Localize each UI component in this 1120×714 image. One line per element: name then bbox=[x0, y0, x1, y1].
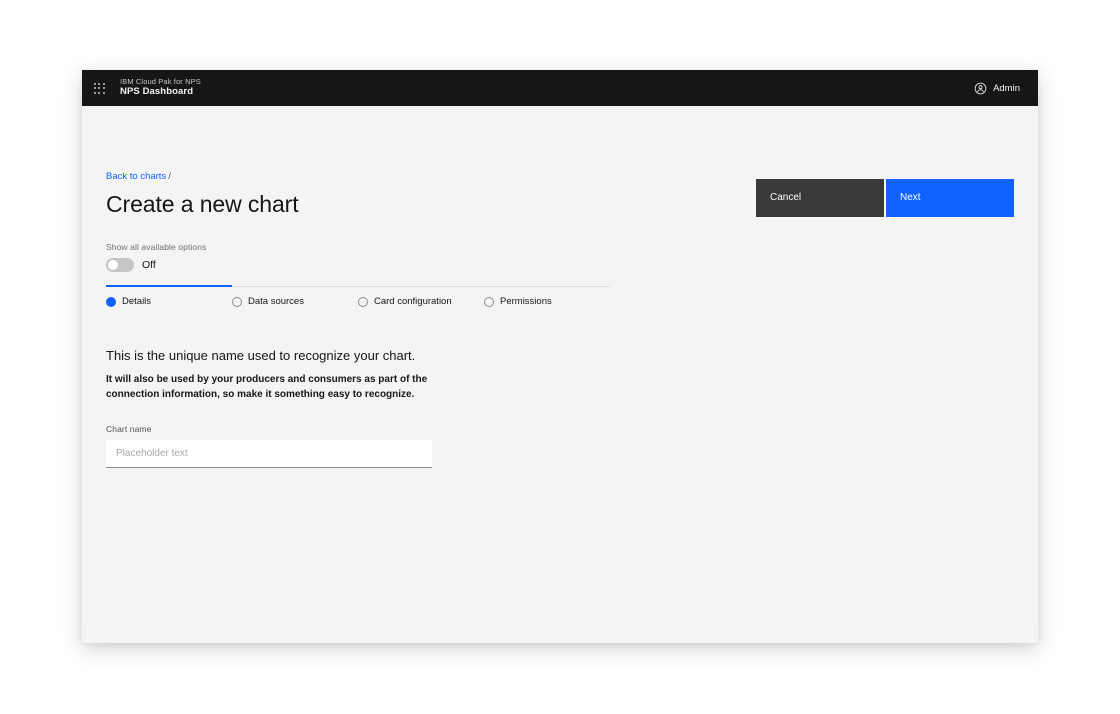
breadcrumb[interactable]: Back to charts / bbox=[106, 171, 171, 182]
description-detail: It will also be used by your producers a… bbox=[106, 373, 428, 401]
step-permissions[interactable]: Permissions bbox=[484, 296, 552, 307]
brand-block[interactable]: IBM Cloud Pak for NPS NPS Dashboard bbox=[120, 76, 201, 99]
step-dot-empty-icon bbox=[358, 296, 368, 307]
toggle-track[interactable] bbox=[106, 258, 134, 272]
app-switcher-button[interactable] bbox=[82, 70, 116, 106]
product-prefix: IBM Cloud Pak for NPS bbox=[120, 76, 201, 86]
page-title: Create a new chart bbox=[106, 191, 299, 217]
show-all-options-toggle-block: Show all available options Off bbox=[106, 242, 206, 272]
show-all-options-toggle[interactable]: Off bbox=[106, 258, 206, 272]
chart-name-input[interactable] bbox=[106, 440, 432, 468]
breadcrumb-separator: / bbox=[168, 171, 171, 182]
toggle-knob bbox=[108, 260, 118, 270]
cancel-button[interactable]: Cancel bbox=[756, 179, 884, 217]
action-buttons: Cancel Next bbox=[756, 179, 1014, 217]
chart-name-label: Chart name bbox=[106, 424, 152, 434]
grid-dots-icon bbox=[93, 82, 105, 94]
step-label: Card configuration bbox=[374, 296, 452, 307]
app-window: IBM Cloud Pak for NPS NPS Dashboard Admi… bbox=[82, 70, 1038, 643]
breadcrumb-link[interactable]: Back to charts bbox=[106, 171, 166, 182]
step-data-sources[interactable]: Data sources bbox=[232, 296, 358, 307]
progress-track bbox=[106, 285, 610, 287]
progress-indicator: Details Data sources Card configuration … bbox=[106, 285, 610, 307]
user-menu[interactable]: Admin bbox=[974, 82, 1038, 95]
step-dot-filled-icon bbox=[106, 296, 116, 307]
toggle-caption: Show all available options bbox=[106, 242, 207, 252]
step-label: Permissions bbox=[500, 296, 552, 307]
user-avatar-icon bbox=[974, 82, 987, 95]
step-details[interactable]: Details bbox=[106, 296, 232, 307]
chart-name-field: Chart name bbox=[106, 424, 432, 468]
page-body: Back to charts / Create a new chart Cance… bbox=[82, 106, 1038, 643]
toggle-state-label: Off bbox=[142, 259, 156, 271]
step-card-configuration[interactable]: Card configuration bbox=[358, 296, 484, 307]
description-block: This is the unique name used to recogniz… bbox=[106, 348, 486, 402]
step-dot-empty-icon bbox=[484, 296, 494, 307]
progress-steps: Details Data sources Card configuration … bbox=[106, 296, 610, 307]
step-label: Data sources bbox=[248, 296, 304, 307]
progress-fill bbox=[106, 285, 232, 287]
step-dot-empty-icon bbox=[232, 296, 242, 307]
header-left-cluster: IBM Cloud Pak for NPS NPS Dashboard bbox=[82, 70, 201, 106]
description-lead: This is the unique name used to recogniz… bbox=[106, 348, 416, 363]
product-name: NPS Dashboard bbox=[120, 86, 194, 98]
user-label: Admin bbox=[993, 82, 1020, 94]
next-button[interactable]: Next bbox=[886, 179, 1014, 217]
app-header: IBM Cloud Pak for NPS NPS Dashboard Admi… bbox=[82, 70, 1038, 106]
step-label: Details bbox=[122, 296, 152, 307]
